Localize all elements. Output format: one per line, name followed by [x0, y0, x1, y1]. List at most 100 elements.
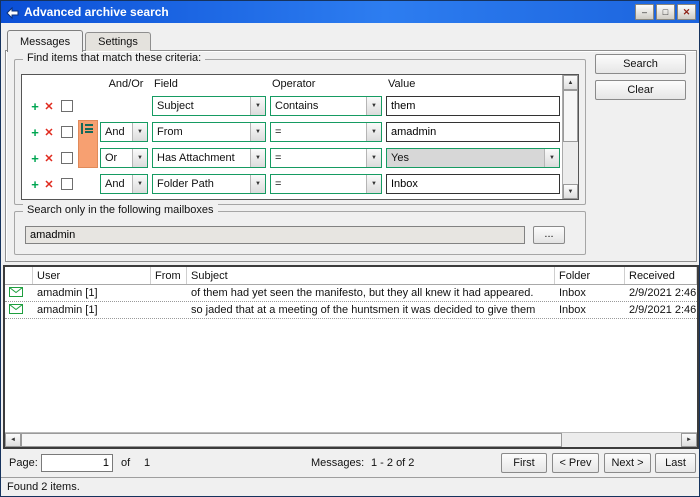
criteria-grid-header: And/Or Field Operator Value [22, 75, 578, 93]
chevron-down-icon[interactable]: ▼ [132, 149, 147, 167]
chevron-down-icon[interactable]: ▼ [366, 149, 381, 167]
andor-select[interactable]: Or ▼ [100, 148, 148, 168]
andor-select[interactable]: And ▼ [100, 174, 148, 194]
header-received[interactable]: Received [625, 267, 697, 284]
chevron-down-icon[interactable]: ▼ [132, 175, 147, 193]
header-icon-column[interactable] [5, 267, 33, 284]
scrollbar-track[interactable] [21, 433, 681, 447]
operator-select[interactable]: = ▼ [270, 174, 382, 194]
operator-select[interactable]: = ▼ [270, 148, 382, 168]
row-checkbox[interactable] [61, 100, 73, 112]
add-row-icon[interactable]: + [28, 151, 42, 166]
status-text: Found 2 items. [7, 481, 80, 493]
delete-row-icon[interactable]: ✕ [42, 126, 56, 139]
tab-messages[interactable]: Messages [7, 30, 83, 52]
scrollbar-track[interactable] [563, 90, 578, 184]
criteria-group-label: Find items that match these criteria: [23, 52, 205, 64]
close-icon[interactable]: ✕ [677, 4, 696, 20]
minimize-icon[interactable]: – [635, 4, 654, 20]
chevron-down-icon[interactable]: ▼ [544, 149, 559, 167]
chevron-down-icon[interactable]: ▼ [250, 149, 265, 167]
criteria-group-indicator[interactable] [78, 120, 98, 168]
header-value: Value [386, 78, 560, 90]
page-input[interactable] [41, 454, 113, 472]
app-icon [4, 5, 20, 19]
result-row[interactable]: amadmin [1] of them had yet seen the man… [5, 285, 697, 302]
scroll-right-icon[interactable]: ► [681, 433, 697, 447]
mailbox-field[interactable] [25, 226, 525, 244]
result-user: amadmin [1] [33, 302, 151, 318]
tab-settings[interactable]: Settings [85, 32, 151, 51]
scroll-down-icon[interactable]: ▼ [563, 184, 578, 199]
value-input[interactable] [386, 96, 560, 116]
status-bar: Found 2 items. [1, 477, 700, 496]
criteria-grid: And/Or Field Operator Value + ✕ Subject [21, 74, 579, 200]
page-count: 1 [144, 457, 150, 469]
scroll-up-icon[interactable]: ▲ [563, 75, 578, 90]
result-received: 2/9/2021 2:46 [625, 302, 697, 318]
prev-page-button[interactable]: < Prev [552, 453, 599, 473]
messages-label: Messages: [311, 457, 364, 469]
chevron-down-icon[interactable]: ▼ [366, 123, 381, 141]
criteria-row: + ✕ And ▼ Folder Path ▼ [22, 171, 578, 197]
tab-strip: Messages Settings [7, 29, 153, 51]
result-subject: of them had yet seen the manifesto, but … [187, 285, 555, 301]
window-controls: – □ ✕ [635, 4, 696, 20]
header-subject[interactable]: Subject [187, 267, 555, 284]
row-checkbox[interactable] [61, 126, 73, 138]
delete-row-icon[interactable]: ✕ [42, 152, 56, 165]
results-h-scrollbar[interactable]: ◄ ► [5, 432, 697, 447]
add-row-icon[interactable]: + [28, 99, 42, 114]
results-list: User From Subject Folder Received amadmi… [3, 265, 699, 449]
last-page-button[interactable]: Last [655, 453, 696, 473]
maximize-icon[interactable]: □ [656, 4, 675, 20]
value-input[interactable] [386, 122, 560, 142]
row-checkbox[interactable] [61, 178, 73, 190]
result-from [151, 302, 187, 318]
scroll-left-icon[interactable]: ◄ [5, 433, 21, 447]
criteria-row: + ✕ Or ▼ Has Attachment ▼ [22, 145, 578, 171]
header-from[interactable]: From [151, 267, 187, 284]
value-input[interactable] [386, 174, 560, 194]
andor-select[interactable]: And ▼ [100, 122, 148, 142]
field-select[interactable]: From ▼ [152, 122, 266, 142]
add-row-icon[interactable]: + [28, 177, 42, 192]
next-page-button[interactable]: Next > [604, 453, 651, 473]
operator-select[interactable]: = ▼ [270, 122, 382, 142]
search-button[interactable]: Search [595, 54, 686, 74]
chevron-down-icon[interactable]: ▼ [132, 123, 147, 141]
advanced-archive-search-window: Advanced archive search – □ ✕ Messages S… [0, 0, 700, 497]
results-header: User From Subject Folder Received [5, 267, 697, 285]
criteria-groupbox: Find items that match these criteria: An… [14, 59, 586, 205]
field-select[interactable]: Has Attachment ▼ [152, 148, 266, 168]
first-page-button[interactable]: First [501, 453, 547, 473]
titlebar[interactable]: Advanced archive search – □ ✕ [1, 1, 699, 23]
mailbox-browse-button[interactable]: ... [533, 226, 565, 244]
field-select[interactable]: Subject ▼ [152, 96, 266, 116]
value-select[interactable]: Yes ▼ [386, 148, 560, 168]
header-user[interactable]: User [33, 267, 151, 284]
scrollbar-thumb[interactable] [563, 90, 578, 142]
chevron-down-icon[interactable]: ▼ [250, 175, 265, 193]
add-row-icon[interactable]: + [28, 125, 42, 140]
clear-button[interactable]: Clear [595, 80, 686, 100]
chevron-down-icon[interactable]: ▼ [366, 97, 381, 115]
result-row[interactable]: amadmin [1] so jaded that at a meeting o… [5, 302, 697, 319]
of-label: of [121, 457, 130, 469]
pagination-bar: Page: of 1 Messages: 1 - 2 of 2 First < … [1, 450, 700, 476]
envelope-icon [9, 304, 23, 317]
header-folder[interactable]: Folder [555, 267, 625, 284]
criteria-scrollbar[interactable]: ▲ ▼ [562, 75, 578, 199]
chevron-down-icon[interactable]: ▼ [250, 97, 265, 115]
result-folder: Inbox [555, 285, 625, 301]
delete-row-icon[interactable]: ✕ [42, 178, 56, 191]
chevron-down-icon[interactable]: ▼ [250, 123, 265, 141]
chevron-down-icon[interactable]: ▼ [366, 175, 381, 193]
scrollbar-thumb[interactable] [21, 433, 562, 447]
field-select[interactable]: Folder Path ▼ [152, 174, 266, 194]
criteria-row: + ✕ Subject ▼ Contains ▼ [22, 93, 578, 119]
header-field: Field [152, 78, 270, 90]
delete-row-icon[interactable]: ✕ [42, 100, 56, 113]
row-checkbox[interactable] [61, 152, 73, 164]
operator-select[interactable]: Contains ▼ [270, 96, 382, 116]
